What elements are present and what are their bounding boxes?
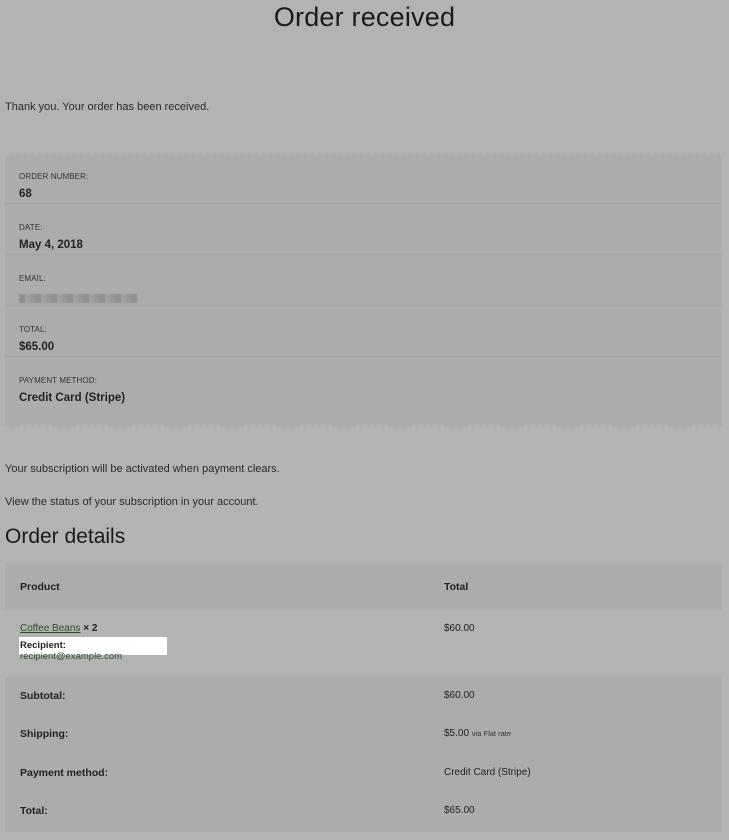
shipping-value: $5.00 via Flat rate — [444, 728, 511, 739]
overview-order-number: ORDER NUMBER: 68 — [5, 153, 722, 204]
shipping-method: via Flat rate — [471, 729, 511, 738]
table-header-row: Product Total — [5, 563, 722, 610]
subscription-status-note: View the status of your subscription in … — [5, 496, 259, 508]
subtotal-value: $60.00 — [444, 690, 475, 701]
order-details-title: Order details — [5, 525, 126, 548]
total-label: Total: — [20, 805, 48, 817]
product-link[interactable]: Coffee Beans — [20, 623, 80, 634]
product-qty: × 2 — [83, 623, 98, 634]
status-prefix: View the status of your subscription in — [5, 496, 193, 508]
overview-date: DATE: May 4, 2018 — [5, 204, 722, 255]
recipient-label: Recipient: — [20, 640, 66, 651]
payment-method-value: Credit Card (Stripe) — [444, 767, 531, 778]
overview-label: TOTAL: — [19, 325, 47, 334]
shipping-amount: $5.00 — [444, 728, 470, 739]
overview-label: DATE: — [19, 223, 43, 232]
header-product: Product — [20, 581, 60, 593]
page-title: Order received — [273, 2, 456, 32]
order-details-table: Product Total Coffee Beans × 2 $60.00 Re… — [5, 563, 722, 832]
product-name: Coffee Beans × 2 — [20, 623, 97, 634]
subtotal-label: Subtotal: — [20, 690, 66, 702]
total-value: $65.00 — [444, 805, 475, 816]
overview-label: PAYMENT METHOD: — [19, 376, 97, 385]
overview-total: TOTAL: $65.00 — [5, 306, 722, 357]
redacted-email — [19, 294, 137, 303]
overview-value: May 4, 2018 — [19, 239, 83, 251]
header-total: Total — [444, 581, 469, 593]
totals-section: Subtotal: $60.00 Shipping: $5.00 via Fla… — [5, 677, 722, 832]
overview-value: $65.00 — [19, 341, 55, 353]
overview-value: Credit Card (Stripe) — [19, 392, 126, 404]
table-row: Coffee Beans × 2 $60.00 Recipient: recip… — [5, 610, 722, 677]
overview-payment-method: PAYMENT METHOD: Credit Card (Stripe) — [5, 357, 722, 408]
recipient-field: Recipient: recipient@example.com — [19, 637, 167, 662]
shipping-label: Shipping: — [20, 728, 69, 740]
your-account-link[interactable]: your account — [193, 496, 256, 508]
overview-label: ORDER NUMBER: — [19, 172, 89, 181]
overview-label: EMAIL: — [19, 274, 46, 283]
product-total: $60.00 — [444, 623, 475, 634]
subscription-note: Your subscription will be activated when… — [5, 463, 280, 475]
overview-value: 68 — [19, 188, 32, 200]
thank-you-message: Thank you. Your order has been received. — [5, 101, 210, 113]
status-suffix: . — [255, 496, 259, 508]
overview-email: EMAIL: — [5, 255, 722, 306]
order-overview: ORDER NUMBER: 68 DATE: May 4, 2018 EMAIL… — [5, 150, 722, 431]
recipient-email: recipient@example.com — [20, 651, 123, 662]
payment-method-label: Payment method: — [20, 767, 109, 779]
